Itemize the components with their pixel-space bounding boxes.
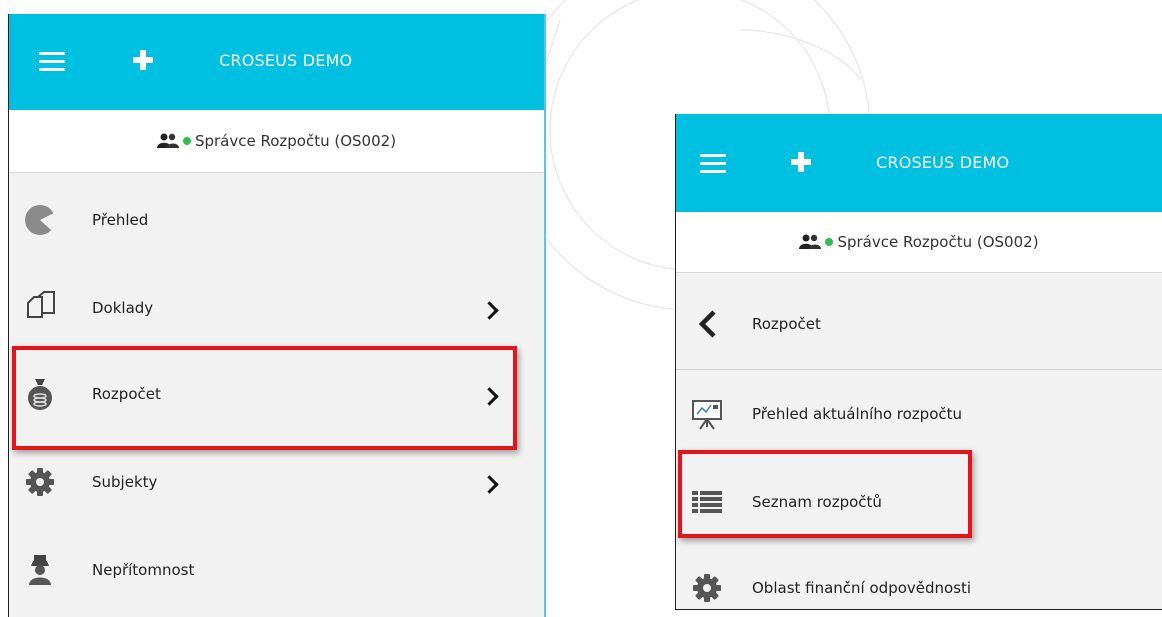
left-menu-panel: CROSEUS DEMO Správce Rozpočtu (OS002) Př…	[8, 14, 546, 617]
chevron-right-icon	[480, 475, 499, 494]
status-dot	[182, 137, 191, 145]
hamburger-icon[interactable]	[39, 52, 65, 76]
highlight-box-seznam-rozpoctu	[678, 450, 972, 538]
plus-icon[interactable]	[791, 152, 811, 172]
menu-item-label: Přehled aktuálního rozpočtu	[752, 405, 963, 423]
status-dot	[825, 238, 834, 246]
chevron-right-icon	[480, 301, 499, 320]
gear-icon	[693, 574, 721, 602]
users-icon	[799, 234, 822, 249]
menu-item-label: Subjekty	[92, 473, 158, 491]
app-header: CROSEUS DEMO	[676, 114, 1162, 212]
highlight-box-rozpocet	[12, 346, 517, 450]
menu-item-subjekty[interactable]: Subjekty	[9, 440, 544, 524]
documents-icon	[27, 291, 55, 318]
users-icon	[156, 133, 179, 148]
role-indicator[interactable]: Správce Rozpočtu (OS002)	[9, 110, 544, 173]
back-label: Rozpočet	[752, 315, 821, 333]
menu-divider	[676, 369, 1162, 370]
menu-item-prehled[interactable]: Přehled	[9, 178, 544, 262]
app-title: CROSEUS DEMO	[876, 153, 1010, 172]
menu-item-label: Oblast finanční odpovědnosti	[752, 579, 972, 597]
role-indicator[interactable]: Správce Rozpočtu (OS002)	[676, 212, 1162, 273]
pie-chart-icon	[25, 205, 56, 235]
plus-icon[interactable]	[133, 50, 153, 70]
gear-icon	[26, 468, 54, 496]
menu-item-doklady[interactable]: Doklady	[9, 266, 544, 350]
back-button-rozpocet[interactable]: Rozpočet	[676, 282, 1162, 366]
role-label: Správce Rozpočtu (OS002)	[837, 233, 1039, 251]
menu-item-label: Přehled	[92, 211, 149, 229]
absence-icon	[29, 555, 51, 585]
hamburger-icon[interactable]	[700, 154, 726, 178]
menu-item-label: Doklady	[92, 299, 154, 317]
role-label: Správce Rozpočtu (OS002)	[194, 132, 397, 150]
app-header: CROSEUS DEMO	[9, 14, 544, 110]
app-title: CROSEUS DEMO	[219, 51, 353, 70]
menu-item-oblast-financni-odpovednosti[interactable]: Oblast finanční odpovědnosti	[676, 546, 1162, 609]
menu-item-prehled-aktualniho-rozpoctu[interactable]: Přehled aktuálního rozpočtu	[676, 372, 1162, 456]
chevron-left-icon	[698, 310, 716, 338]
menu-item-nepritomnost[interactable]: Nepřítomnost	[9, 528, 544, 612]
menu-item-label: Nepřítomnost	[92, 561, 195, 579]
presentation-chart-icon	[692, 400, 722, 430]
